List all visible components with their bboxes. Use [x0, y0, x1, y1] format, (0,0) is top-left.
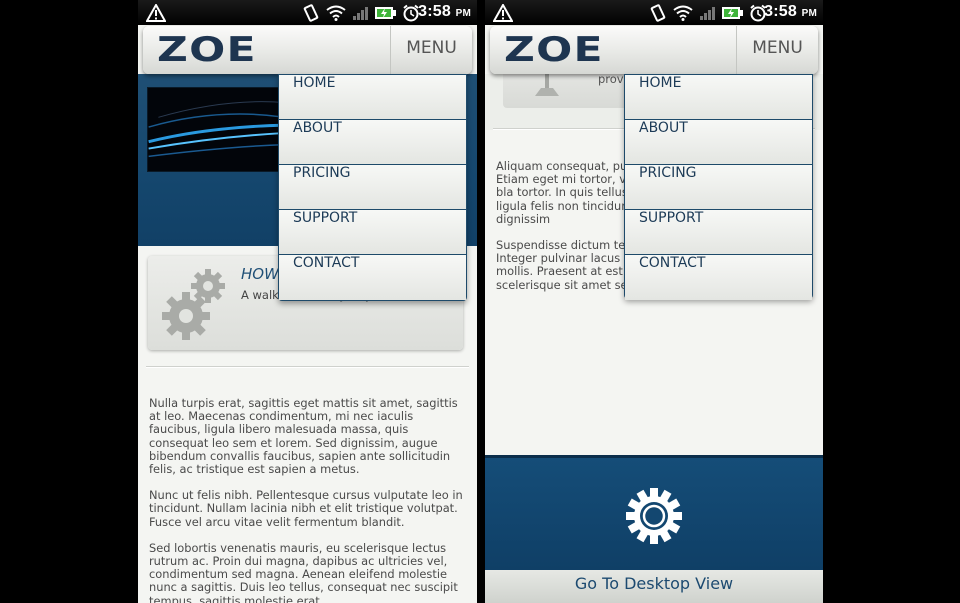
battery-icon [722, 6, 743, 19]
nav-item-pricing[interactable]: PRICING [625, 165, 812, 210]
hero-image [147, 87, 287, 172]
phone-screen-right: 3:58 PM prov ZOE MENU HOME ABOUT PRICING… [485, 0, 823, 603]
paragraph: Nulla turpis erat, sagittis eget mattis … [149, 396, 458, 477]
gear-icon [626, 488, 682, 544]
nav-dropdown: HOME ABOUT PRICING SUPPORT CONTACT [278, 74, 467, 301]
warning-icon [493, 4, 513, 22]
nav-item-pricing[interactable]: PRICING [279, 165, 466, 210]
feature-title: HOW [241, 265, 279, 283]
status-bar: 3:58 PM [138, 0, 477, 25]
feature-description: prov [598, 72, 624, 86]
signal-icon [700, 6, 715, 20]
nav-item-support[interactable]: SUPPORT [279, 210, 466, 255]
phone-screen-left: 3:58 PM ZOE MENU HOME ABOUT PRICING SUPP… [138, 0, 477, 603]
wifi-icon [673, 5, 693, 21]
nav-item-contact[interactable]: CONTACT [279, 255, 466, 300]
wifi-icon [326, 5, 346, 21]
nav-item-about[interactable]: ABOUT [625, 120, 812, 165]
warning-icon [146, 4, 166, 22]
monitor-icon [535, 72, 559, 96]
body-text: Nulla turpis erat, sagittis eget mattis … [149, 396, 467, 603]
nav-item-about[interactable]: ABOUT [279, 120, 466, 165]
gears-icon [162, 269, 225, 340]
menu-button[interactable]: MENU [390, 26, 472, 74]
nav-dropdown: HOME ABOUT PRICING SUPPORT CONTACT [624, 74, 813, 300]
logo[interactable]: ZOE [157, 33, 257, 67]
vibrate-icon [303, 3, 319, 22]
divider [146, 366, 469, 368]
clock: 3:58 PM [418, 3, 471, 20]
paragraph: Nunc ut felis nibh. Pellentesque cursus … [149, 488, 463, 529]
battery-icon [375, 6, 396, 19]
nav-item-contact[interactable]: CONTACT [625, 255, 812, 300]
paragraph: Sed lobortis venenatis mauris, eu sceler… [149, 540, 458, 603]
signal-icon [353, 6, 368, 20]
desktop-view-link[interactable]: Go To Desktop View [485, 570, 823, 603]
nav-item-support[interactable]: SUPPORT [625, 210, 812, 255]
nav-item-home[interactable]: HOME [279, 75, 466, 120]
menu-button[interactable]: MENU [736, 26, 818, 74]
clock: 3:58 PM [764, 3, 817, 20]
status-bar: 3:58 PM [485, 0, 823, 25]
app-header: ZOE MENU [143, 26, 472, 74]
nav-item-home[interactable]: HOME [625, 75, 812, 120]
footer-band [485, 455, 823, 570]
logo[interactable]: ZOE [504, 33, 604, 67]
vibrate-icon [650, 3, 666, 22]
app-header: ZOE MENU [490, 26, 818, 74]
